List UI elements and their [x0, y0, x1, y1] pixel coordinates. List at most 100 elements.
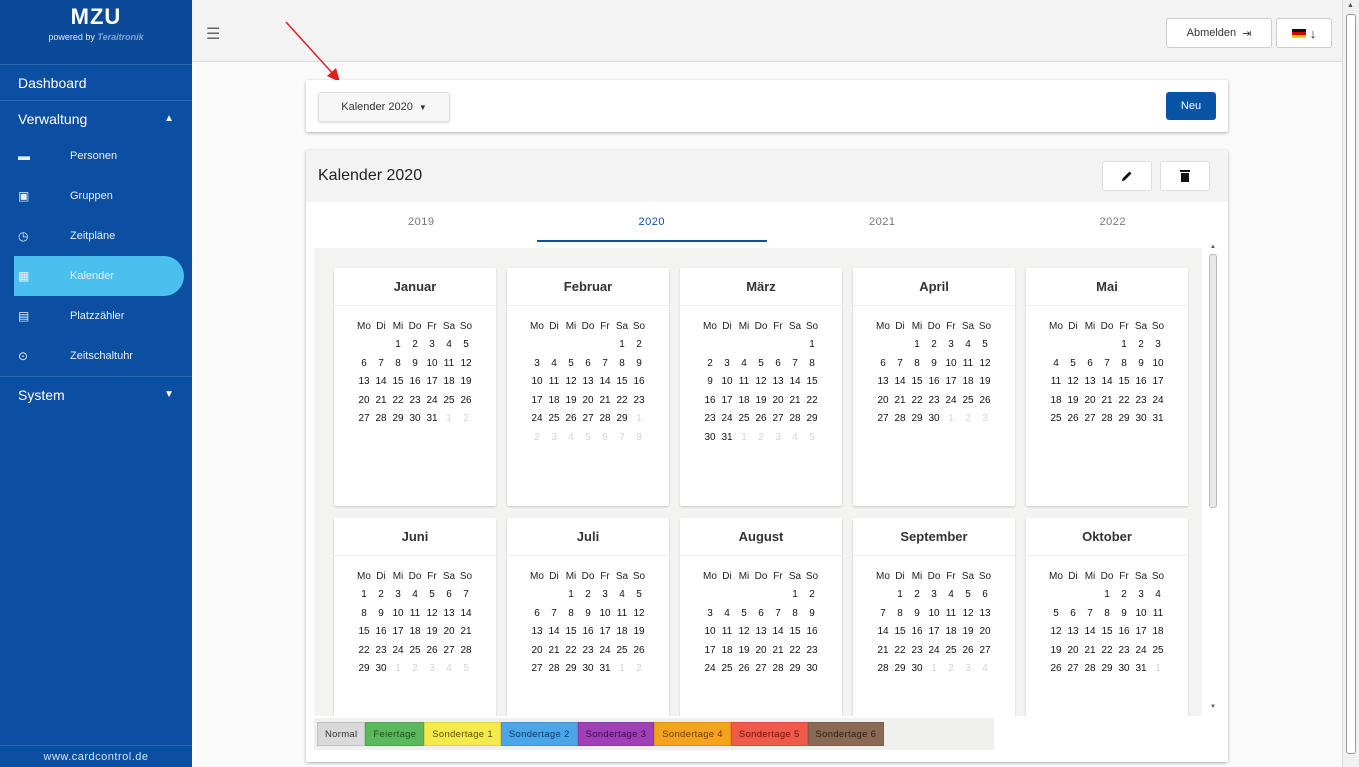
day-cell[interactable]: 17: [926, 623, 943, 642]
scroll-down-icon[interactable]: ▼: [1210, 704, 1216, 710]
day-cell[interactable]: 4: [546, 355, 563, 374]
day-cell[interactable]: 11: [614, 605, 631, 624]
day-cell[interactable]: 25: [1048, 410, 1065, 429]
day-cell[interactable]: 28: [770, 660, 787, 679]
day-cell[interactable]: 22: [787, 642, 804, 661]
sidebar-item-zeitpläne[interactable]: ◷ Zeitpläne: [0, 216, 184, 256]
day-cell[interactable]: 20: [529, 642, 546, 661]
day-cell[interactable]: 7: [1082, 605, 1099, 624]
day-cell[interactable]: 31: [719, 429, 736, 448]
day-cell[interactable]: 28: [546, 660, 563, 679]
day-cell[interactable]: 9: [909, 605, 926, 624]
day-cell[interactable]: 1: [787, 586, 804, 605]
legend-chip-sondertage-3[interactable]: Sondertage 3: [577, 722, 655, 746]
day-cell[interactable]: 5: [563, 355, 580, 374]
day-cell[interactable]: 12: [977, 355, 994, 374]
day-cell[interactable]: 14: [1099, 373, 1116, 392]
day-cell[interactable]: 16: [580, 623, 597, 642]
day-cell[interactable]: 15: [1116, 373, 1133, 392]
day-cell[interactable]: 23: [580, 642, 597, 661]
day-cell[interactable]: 20: [977, 623, 994, 642]
day-cell[interactable]: 2: [926, 336, 943, 355]
day-cell[interactable]: 26: [631, 642, 648, 661]
day-cell[interactable]: 26: [563, 410, 580, 429]
day-cell[interactable]: 7: [787, 355, 804, 374]
day-cell[interactable]: 15: [563, 623, 580, 642]
day-cell[interactable]: 11: [736, 373, 753, 392]
day-cell[interactable]: 6: [753, 605, 770, 624]
day-cell[interactable]: 27: [770, 410, 787, 429]
day-cell[interactable]: 14: [597, 373, 614, 392]
day-cell[interactable]: 28: [787, 410, 804, 429]
day-cell[interactable]: 8: [614, 355, 631, 374]
day-cell[interactable]: 8: [356, 605, 373, 624]
day-cell[interactable]: 10: [702, 623, 719, 642]
day-cell[interactable]: 18: [1048, 392, 1065, 411]
day-cell[interactable]: 15: [804, 373, 821, 392]
page-scrollbar[interactable]: ▲: [1342, 0, 1359, 767]
sidebar-item-personen[interactable]: ▬ Personen: [0, 136, 184, 176]
day-cell[interactable]: 6: [1065, 605, 1082, 624]
day-cell[interactable]: 18: [546, 392, 563, 411]
day-cell[interactable]: 21: [770, 642, 787, 661]
day-cell[interactable]: 6: [977, 586, 994, 605]
day-cell[interactable]: 10: [390, 605, 407, 624]
tab-year-2021[interactable]: 2021: [767, 202, 998, 242]
day-cell[interactable]: 18: [736, 392, 753, 411]
nav-verwaltung[interactable]: Verwaltung ▲: [0, 100, 192, 136]
day-cell[interactable]: 2: [1133, 336, 1150, 355]
day-cell[interactable]: 27: [977, 642, 994, 661]
day-cell[interactable]: 18: [960, 373, 977, 392]
day-cell[interactable]: 12: [1048, 623, 1065, 642]
day-cell[interactable]: 10: [529, 373, 546, 392]
day-cell[interactable]: 16: [702, 392, 719, 411]
day-cell[interactable]: 29: [614, 410, 631, 429]
legend-chip-sondertage-1[interactable]: Sondertage 1: [424, 722, 501, 746]
legend-chip-sondertage-6[interactable]: Sondertage 6: [807, 722, 885, 746]
day-cell[interactable]: 4: [736, 355, 753, 374]
day-cell[interactable]: 25: [407, 642, 424, 661]
day-cell[interactable]: 4: [1048, 355, 1065, 374]
delete-button[interactable]: [1160, 161, 1210, 191]
day-cell[interactable]: 23: [909, 642, 926, 661]
day-cell[interactable]: 16: [1116, 623, 1133, 642]
day-cell[interactable]: 2: [631, 336, 648, 355]
day-cell[interactable]: 30: [909, 660, 926, 679]
day-cell[interactable]: 8: [909, 355, 926, 374]
day-cell[interactable]: 28: [892, 410, 909, 429]
day-cell[interactable]: 29: [356, 660, 373, 679]
day-cell[interactable]: 4: [614, 586, 631, 605]
day-cell[interactable]: 30: [1116, 660, 1133, 679]
nav-dashboard[interactable]: Dashboard: [0, 64, 192, 100]
legend-chip-sondertage-4[interactable]: Sondertage 4: [654, 722, 731, 746]
day-cell[interactable]: 27: [356, 410, 373, 429]
day-cell[interactable]: 13: [1082, 373, 1099, 392]
day-cell[interactable]: 19: [753, 392, 770, 411]
day-cell[interactable]: 5: [1048, 605, 1065, 624]
day-cell[interactable]: 5: [977, 336, 994, 355]
day-cell[interactable]: 2: [909, 586, 926, 605]
day-cell[interactable]: 17: [943, 373, 960, 392]
day-cell[interactable]: 10: [1150, 355, 1167, 374]
day-cell[interactable]: 1: [892, 586, 909, 605]
day-cell[interactable]: 14: [373, 373, 390, 392]
day-cell[interactable]: 6: [1082, 355, 1099, 374]
day-cell[interactable]: 21: [1099, 392, 1116, 411]
day-cell[interactable]: 15: [390, 373, 407, 392]
day-cell[interactable]: 25: [943, 642, 960, 661]
day-cell[interactable]: 3: [719, 355, 736, 374]
day-cell[interactable]: 7: [875, 605, 892, 624]
day-cell[interactable]: 27: [753, 660, 770, 679]
day-cell[interactable]: 1: [1099, 586, 1116, 605]
legend-chip-sondertage-5[interactable]: Sondertage 5: [730, 722, 808, 746]
day-cell[interactable]: 10: [597, 605, 614, 624]
day-cell[interactable]: 27: [1065, 660, 1082, 679]
day-cell[interactable]: 16: [407, 373, 424, 392]
day-cell[interactable]: 22: [1116, 392, 1133, 411]
day-cell[interactable]: 25: [441, 392, 458, 411]
day-cell[interactable]: 9: [1116, 605, 1133, 624]
day-cell[interactable]: 11: [1150, 605, 1167, 624]
scroll-up-icon[interactable]: ▲: [1210, 244, 1216, 250]
day-cell[interactable]: 26: [736, 660, 753, 679]
day-cell[interactable]: 10: [424, 355, 441, 374]
